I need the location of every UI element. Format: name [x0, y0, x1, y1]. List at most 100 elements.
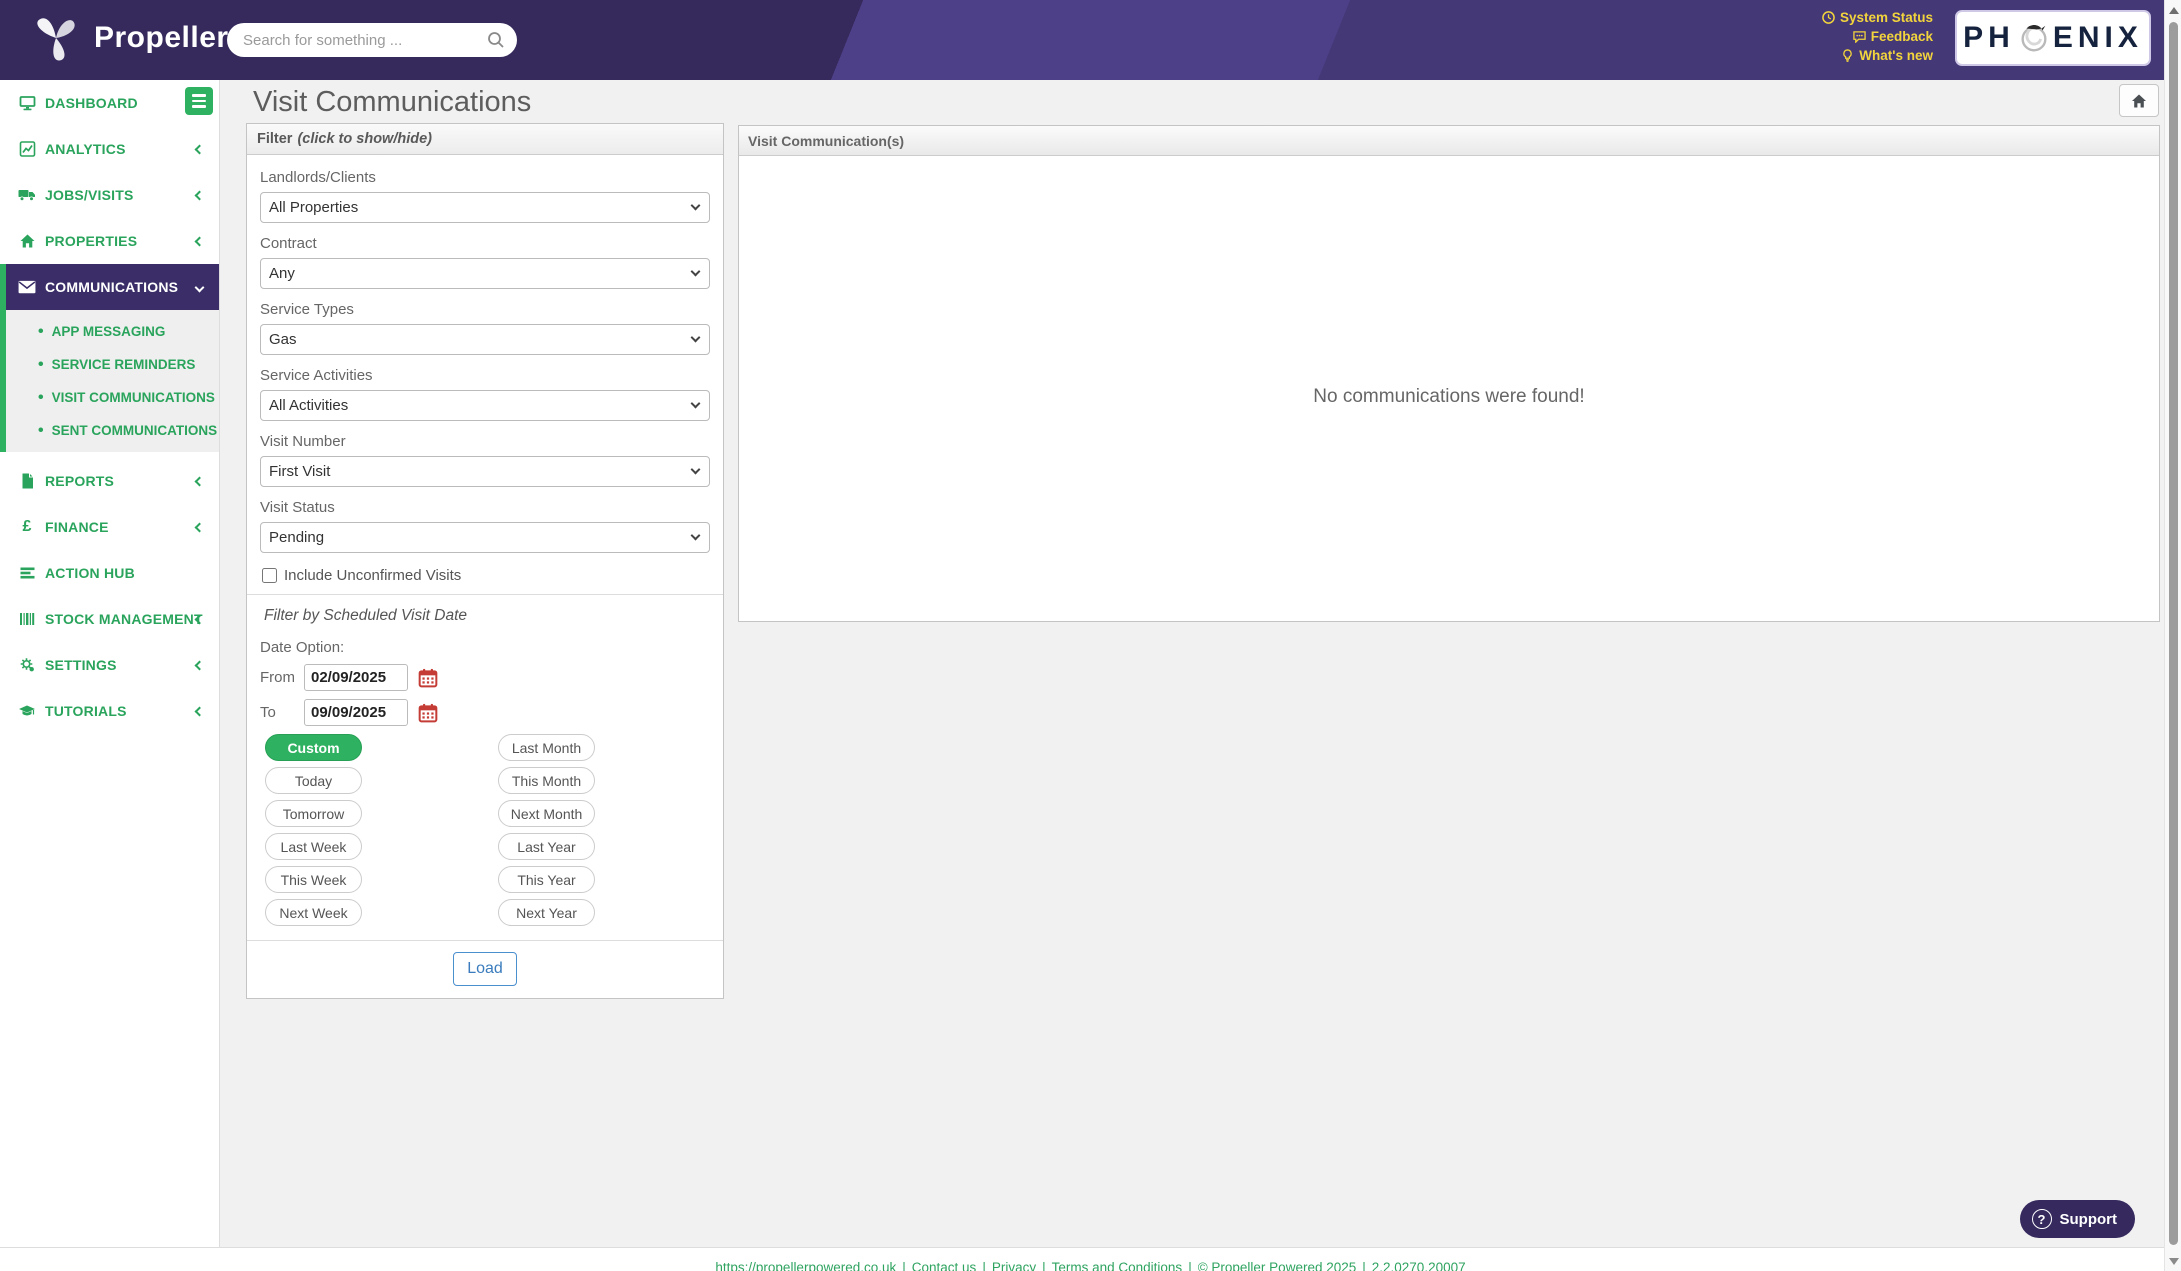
- results-panel-header: Visit Communication(s): [739, 126, 2159, 156]
- sidebar-item-settings[interactable]: SETTINGS: [0, 642, 219, 688]
- field-service-types: Service Types Gas: [260, 301, 710, 355]
- sidebar-item-label: STOCK MANAGEMENT: [45, 611, 203, 627]
- system-status-link[interactable]: System Status: [1822, 8, 1933, 27]
- to-calendar-button[interactable]: [418, 703, 438, 723]
- service-types-select[interactable]: Gas: [260, 324, 710, 355]
- contract-select[interactable]: Any: [260, 258, 710, 289]
- sidebar-item-sent-communications[interactable]: • SENT COMMUNICATIONS: [6, 414, 219, 447]
- sidebar-item-analytics[interactable]: ANALYTICS: [0, 126, 219, 172]
- from-date-input[interactable]: [304, 664, 408, 691]
- date-preset-this-month[interactable]: This Month: [498, 767, 595, 794]
- submenu-item-label: SENT COMMUNICATIONS: [52, 423, 218, 438]
- visit-status-select[interactable]: Pending: [260, 522, 710, 553]
- home-icon: [18, 233, 36, 249]
- sidebar-item-visit-communications[interactable]: • VISIT COMMUNICATIONS: [6, 381, 219, 414]
- scrollbar-up-icon[interactable]: [2169, 7, 2179, 14]
- field-label: Landlords/Clients: [260, 169, 710, 186]
- sidebar-item-reports[interactable]: REPORTS: [0, 458, 219, 504]
- footer-link-terms[interactable]: Terms and Conditions: [1052, 1260, 1183, 1271]
- date-preset-next-month[interactable]: Next Month: [498, 800, 595, 827]
- sidebar-item-action-hub[interactable]: ACTION HUB: [0, 550, 219, 596]
- date-preset-next-year[interactable]: Next Year: [498, 899, 595, 926]
- to-date-input[interactable]: [304, 699, 408, 726]
- sidebar-item-label: ACTION HUB: [45, 565, 135, 581]
- date-preset-custom[interactable]: Custom: [265, 734, 362, 761]
- load-bar: Load: [247, 940, 723, 998]
- question-icon: ?: [2032, 1209, 2052, 1229]
- feedback-link[interactable]: Feedback: [1822, 27, 1933, 46]
- sidebar-item-tutorials[interactable]: TUTORIALS: [0, 688, 219, 734]
- scrollbar-thumb[interactable]: [2169, 22, 2178, 1245]
- sidebar-item-app-messaging[interactable]: •APP MESSAGING: [6, 315, 219, 348]
- sidebar-item-service-reminders[interactable]: •SERVICE REMINDERS: [6, 348, 219, 381]
- sidebar-item-jobs-visits[interactable]: JOBS/VISITS: [0, 172, 219, 218]
- include-unconfirmed-checkbox[interactable]: [262, 568, 277, 583]
- filter-body: Landlords/Clients All Properties Contrac…: [247, 155, 723, 926]
- date-preset-last-week[interactable]: Last Week: [265, 833, 362, 860]
- chevron-left-icon: [195, 660, 205, 670]
- results-body: No communications were found!: [739, 156, 2159, 622]
- date-preset-last-month[interactable]: Last Month: [498, 734, 595, 761]
- field-label: Service Activities: [260, 367, 710, 384]
- date-preset-this-week[interactable]: This Week: [265, 866, 362, 893]
- list-icon: [18, 566, 36, 580]
- footer-separator: |: [1042, 1260, 1046, 1271]
- calendar-icon: [418, 668, 438, 688]
- visit-number-select[interactable]: First Visit: [260, 456, 710, 487]
- feedback-label: Feedback: [1871, 29, 1933, 44]
- sidebar-item-label: TUTORIALS: [45, 703, 127, 719]
- field-service-activities: Service Activities All Activities: [260, 367, 710, 421]
- date-preset-tomorrow[interactable]: Tomorrow: [265, 800, 362, 827]
- service-activities-select[interactable]: All Activities: [260, 390, 710, 421]
- sidebar-item-dashboard[interactable]: DASHBOARD: [0, 80, 219, 126]
- sidebar-item-communications[interactable]: COMMUNICATIONS: [0, 264, 219, 310]
- field-visit-number: Visit Number First Visit: [260, 433, 710, 487]
- field-label: Service Types: [260, 301, 710, 318]
- chevron-left-icon: [195, 706, 205, 716]
- bullet-icon: •: [38, 324, 44, 340]
- calendar-icon: [418, 703, 438, 723]
- scrollbar-down-icon[interactable]: [2169, 1258, 2179, 1265]
- field-label: Visit Status: [260, 499, 710, 516]
- whats-new-link[interactable]: What's new: [1822, 46, 1933, 65]
- sidebar-item-finance[interactable]: £ FINANCE: [0, 504, 219, 550]
- from-calendar-button[interactable]: [418, 668, 438, 688]
- dashboard-icon: [18, 95, 36, 111]
- document-icon: [18, 473, 36, 489]
- field-label: Contract: [260, 235, 710, 252]
- footer-link-contact[interactable]: Contact us: [912, 1260, 977, 1271]
- barcode-icon: [18, 612, 36, 626]
- filter-panel-header[interactable]: Filter (click to show/hide): [247, 124, 723, 155]
- field-landlords-clients: Landlords/Clients All Properties: [260, 169, 710, 223]
- date-preset-this-year[interactable]: This Year: [498, 866, 595, 893]
- from-label: From: [260, 669, 304, 686]
- bullet-icon: •: [38, 423, 44, 439]
- header-links: System Status Feedback What's new: [1822, 8, 1933, 65]
- date-preset-last-year[interactable]: Last Year: [498, 833, 595, 860]
- support-button[interactable]: ? Support: [2020, 1200, 2136, 1238]
- submenu-item-label: VISIT COMMUNICATIONS: [52, 390, 215, 405]
- app-root: Propeller System Status Feedback What's …: [0, 0, 2181, 1271]
- footer-link-privacy[interactable]: Privacy: [992, 1260, 1036, 1271]
- bullet-icon: •: [38, 390, 44, 406]
- search-input[interactable]: [243, 23, 473, 57]
- home-button[interactable]: [2119, 84, 2159, 117]
- propeller-logo: Propeller: [30, 12, 229, 64]
- page-title: Visit Communications: [253, 86, 531, 119]
- search-icon[interactable]: [487, 31, 505, 54]
- window-scrollbar[interactable]: [2164, 0, 2181, 1271]
- load-button[interactable]: Load: [453, 952, 517, 986]
- date-preset-buttons: Custom Last Month Today This Month Tomor…: [265, 734, 710, 926]
- landlords-clients-select[interactable]: All Properties: [260, 192, 710, 223]
- lightbulb-icon: [1841, 49, 1854, 62]
- sidebar-item-stock-management[interactable]: STOCK MANAGEMENT: [0, 596, 219, 642]
- date-option-label: Date Option:: [260, 639, 710, 656]
- date-preset-next-week[interactable]: Next Week: [265, 899, 362, 926]
- graduation-cap-icon: [18, 704, 36, 719]
- sidebar-item-label: ANALYTICS: [45, 141, 126, 157]
- sidebar-item-properties[interactable]: PROPERTIES: [0, 218, 219, 264]
- date-preset-today[interactable]: Today: [265, 767, 362, 794]
- chevron-down-icon: [195, 282, 205, 292]
- chevron-left-icon: [195, 190, 205, 200]
- footer-link-url[interactable]: https://propellerpowered.co.uk: [715, 1260, 896, 1271]
